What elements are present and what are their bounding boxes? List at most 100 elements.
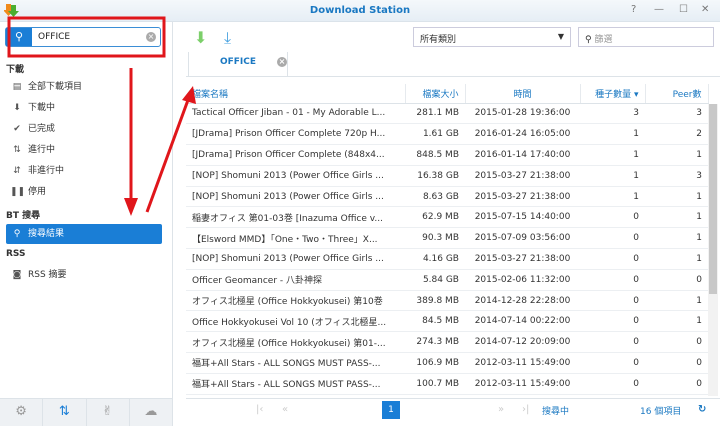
cell-peers: 0 bbox=[645, 352, 708, 374]
cell-time: 2015-03-27 21:38:00 bbox=[465, 165, 580, 187]
cell-seeds: 3 bbox=[580, 103, 645, 125]
section-download: 下載 bbox=[6, 65, 25, 75]
chevron-down-icon: ▼ bbox=[557, 32, 564, 41]
table-row[interactable]: Officer Geomancer - 八卦神探 5.84 GB 2015-02-0… bbox=[186, 269, 708, 291]
cell-name: 福耳+All Stars - ALL SONGS MUST PASS-... bbox=[186, 373, 405, 395]
cell-seeds: 1 bbox=[580, 123, 645, 146]
cell-size: 5.84 GB bbox=[405, 269, 465, 291]
cell-size: 8.63 GB bbox=[405, 186, 465, 208]
sidebar-item-rss-feeds[interactable]: ◙ RSS 摘要 bbox=[6, 265, 162, 285]
maximize-button[interactable]: ☐ bbox=[679, 4, 688, 15]
cell-name: オフィス北極星 (Office Hokkyokusei) 第01-... bbox=[186, 331, 405, 354]
sidebar-item-label: 搜尋結果 bbox=[28, 229, 65, 239]
cell-time: 2012-03-11 15:49:00 bbox=[465, 373, 580, 395]
help-button[interactable]: ? bbox=[631, 4, 636, 15]
filter-input[interactable]: ⚲ 篩選 bbox=[578, 27, 714, 47]
cell-name: [JDrama] Prison Officer Complete 720p H.… bbox=[186, 123, 405, 146]
cell-peers: 1 bbox=[645, 290, 708, 312]
cell-size: 389.8 MB bbox=[405, 290, 465, 312]
last-page-icon[interactable]: ›| bbox=[522, 404, 529, 415]
pause-icon: ❚❚ bbox=[10, 187, 26, 197]
search-input[interactable]: ⚲ OFFICE × bbox=[5, 27, 161, 47]
close-button[interactable]: ✕ bbox=[701, 4, 709, 15]
cell-seeds: 0 bbox=[580, 310, 645, 333]
search-value[interactable]: OFFICE bbox=[38, 32, 70, 42]
table-row[interactable]: オフィス北極星 (Office Hokkyokusei) 第01-... 274.… bbox=[186, 331, 708, 354]
refresh-icon[interactable]: ↻ bbox=[698, 404, 706, 415]
sidebar-item-label: 進行中 bbox=[28, 145, 56, 155]
cell-peers: 1 bbox=[645, 186, 708, 208]
emule-icon[interactable]: ✌ bbox=[87, 399, 130, 426]
tab-office[interactable]: OFFICE × bbox=[188, 52, 288, 77]
cell-time: 2015-02-06 11:32:00 bbox=[465, 269, 580, 291]
cell-seeds: 0 bbox=[580, 206, 645, 229]
sidebar-item-completed[interactable]: ✔ 已完成 bbox=[6, 119, 162, 139]
sidebar-item-inactive[interactable]: ⇵ 非進行中 bbox=[6, 161, 162, 181]
cell-peers: 0 bbox=[645, 331, 708, 354]
table-row[interactable]: Office Hokkyokusei Vol 10 (オフィス北極星... 84.… bbox=[186, 310, 708, 333]
prev-page-icon[interactable]: « bbox=[282, 404, 288, 415]
scrollbar[interactable] bbox=[708, 104, 718, 396]
table-row[interactable]: [JDrama] Prison Officer Complete 720p H.… bbox=[186, 123, 708, 146]
scrollbar-thumb[interactable] bbox=[709, 104, 717, 294]
cell-peers: 2 bbox=[645, 123, 708, 146]
cell-size: 1.61 GB bbox=[405, 123, 465, 146]
cell-time: 2014-07-12 20:09:00 bbox=[465, 331, 580, 354]
check-icon: ✔ bbox=[13, 124, 21, 134]
sidebar-item-downloading[interactable]: ⬇ 下載中 bbox=[6, 98, 162, 118]
cell-name: Officer Geomancer - 八卦神探 bbox=[186, 269, 405, 291]
sidebar-item-stopped[interactable]: ❚❚ 停用 bbox=[6, 182, 162, 202]
table-row[interactable]: オフィス北極星 (Office Hokkyokusei) 第10巻 389.8 M… bbox=[186, 290, 708, 312]
table-row[interactable]: [NOP] Shomuni 2013 (Power Office Girls .… bbox=[186, 165, 708, 187]
close-tab-icon[interactable]: × bbox=[277, 57, 287, 67]
table-row[interactable]: [JDrama] Prison Officer Complete (848x4.… bbox=[186, 144, 708, 166]
table-row[interactable]: [NOP] Shomuni 2013 (Power Office Girls .… bbox=[186, 248, 708, 270]
table-row[interactable]: 福耳+All Stars - ALL SONGS MUST PASS-... 10… bbox=[186, 352, 708, 374]
sidebar-item-label: 非進行中 bbox=[28, 166, 65, 176]
inactive-icon: ⇵ bbox=[13, 166, 21, 176]
cell-seeds: 0 bbox=[580, 227, 645, 250]
download-tasks-icon[interactable]: ⇅ bbox=[43, 399, 87, 426]
sort-desc-icon: ▾ bbox=[633, 89, 639, 100]
next-page-icon[interactable]: » bbox=[498, 404, 504, 415]
window-title: Download Station bbox=[309, 5, 411, 16]
settings-gear-icon[interactable]: ⚙ bbox=[0, 399, 44, 426]
cell-seeds: 0 bbox=[580, 373, 645, 395]
table-row[interactable]: Tactical Officer Jiban - 01 - My Adorabl… bbox=[186, 103, 708, 125]
add-download-button[interactable]: ⬇ bbox=[194, 28, 207, 47]
search-icon: ⚲ bbox=[13, 229, 21, 239]
column-header-time[interactable]: 時間 bbox=[465, 84, 581, 104]
table-row[interactable]: 福耳+All Stars - ALL SONGS MUST PASS-... 10… bbox=[186, 373, 708, 395]
cell-name: [NOP] Shomuni 2013 (Power Office Girls .… bbox=[186, 165, 405, 187]
category-select[interactable]: 所有類別 ▼ bbox=[413, 27, 571, 47]
sidebar-item-search-results[interactable]: ⚲ 搜尋結果 bbox=[6, 224, 162, 244]
category-value: 所有類別 bbox=[420, 35, 457, 45]
minimize-button[interactable]: — bbox=[654, 4, 664, 15]
first-page-icon[interactable]: |‹ bbox=[256, 404, 263, 415]
table-row[interactable]: [NOP] Shomuni 2013 (Power Office Girls .… bbox=[186, 186, 708, 208]
cell-name: [JDrama] Prison Officer Complete (848x4.… bbox=[186, 144, 405, 166]
page-1-button[interactable]: 1 bbox=[382, 401, 400, 419]
cell-time: 2015-07-09 03:56:00 bbox=[465, 227, 580, 250]
column-header-size[interactable]: 檔案大小 bbox=[405, 84, 466, 104]
cell-time: 2016-01-14 17:40:00 bbox=[465, 144, 580, 166]
seeds-header-label: 種子數量 bbox=[595, 89, 632, 100]
column-header-name[interactable]: 檔案名稱 bbox=[186, 84, 406, 104]
cell-peers: 1 bbox=[645, 206, 708, 229]
sidebar-item-all[interactable]: ▤ 全部下載項目 bbox=[6, 77, 162, 97]
column-header-peers[interactable]: Peer數 bbox=[645, 84, 709, 104]
cloud-icon[interactable]: ☁ bbox=[130, 399, 173, 426]
sidebar-item-active[interactable]: ⇅ 進行中 bbox=[6, 140, 162, 160]
download-to-nas-button[interactable]: ⤓ bbox=[224, 28, 231, 48]
sidebar-item-label: 下載中 bbox=[28, 103, 56, 113]
cell-name: 【Elsword MMD】「One・Two・Three」X... bbox=[186, 227, 405, 250]
table-row[interactable]: 【Elsword MMD】「One・Two・Three」X... 90.3 MB 2… bbox=[186, 227, 708, 250]
cell-time: 2014-12-28 22:28:00 bbox=[465, 290, 580, 312]
column-header-seeds[interactable]: 種子數量 ▾ bbox=[580, 84, 646, 104]
clear-search-icon[interactable]: × bbox=[146, 32, 156, 42]
cell-time: 2015-03-27 21:38:00 bbox=[465, 186, 580, 208]
table-row[interactable]: 稲妻オフィス 第01-03巻 [Inazuma Office v... 62.9 … bbox=[186, 206, 708, 229]
search-icon: ⚲ bbox=[6, 28, 32, 46]
cell-seeds: 0 bbox=[580, 269, 645, 291]
cell-size: 106.9 MB bbox=[405, 352, 465, 374]
